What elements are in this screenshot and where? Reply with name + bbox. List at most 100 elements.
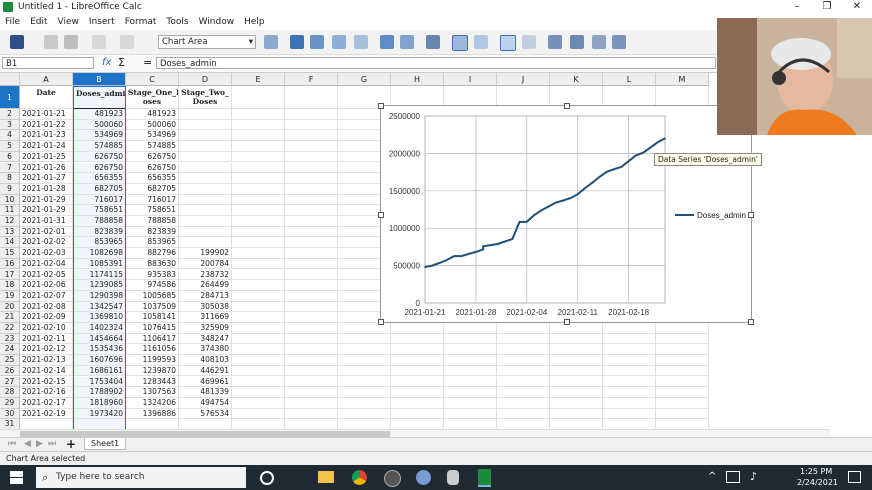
cell[interactable] [391, 397, 444, 409]
cell[interactable] [179, 226, 232, 238]
cell[interactable]: 656355 [126, 173, 179, 184]
cell[interactable] [285, 194, 338, 206]
cell[interactable]: 1818960 [73, 397, 126, 409]
data-ranges-icon[interactable] [332, 35, 346, 49]
cell[interactable] [232, 387, 285, 398]
row-header[interactable]: 7 [0, 162, 20, 174]
cell[interactable]: Doses_admin [73, 86, 126, 109]
print-icon[interactable] [64, 35, 78, 49]
row-header[interactable]: 9 [0, 183, 20, 195]
column-header-k[interactable]: K [550, 73, 603, 86]
cell[interactable] [497, 397, 550, 409]
column-header-a[interactable]: A [20, 73, 73, 86]
cell[interactable] [656, 408, 709, 420]
cell[interactable] [550, 355, 603, 366]
cell[interactable] [338, 344, 391, 356]
cell[interactable]: 853965 [126, 237, 179, 249]
format-wall-icon[interactable] [380, 35, 394, 49]
menu-tools[interactable]: Tools [161, 14, 193, 30]
cell[interactable]: 2021-02-08 [20, 301, 73, 313]
cell[interactable]: 2021-02-15 [20, 376, 73, 388]
column-header-c[interactable]: C [126, 73, 179, 86]
cell[interactable] [285, 109, 338, 120]
cell[interactable] [285, 397, 338, 409]
cell[interactable]: 2021-01-29 [20, 205, 73, 216]
cell[interactable] [497, 365, 550, 377]
cell[interactable] [232, 355, 285, 366]
cell[interactable]: 2021-02-17 [20, 397, 73, 409]
cell[interactable] [656, 344, 709, 356]
cell[interactable] [656, 333, 709, 345]
data-table-icon[interactable] [310, 35, 324, 49]
cell[interactable]: 2021-02-05 [20, 269, 73, 281]
cell[interactable] [232, 226, 285, 238]
column-header-b[interactable]: B [73, 73, 126, 86]
cell[interactable] [391, 344, 444, 356]
cell[interactable]: 1290398 [73, 290, 126, 302]
undo-icon[interactable] [92, 35, 106, 49]
cell[interactable] [656, 419, 709, 429]
3d-view-icon[interactable] [354, 35, 368, 49]
cell[interactable] [338, 397, 391, 409]
cell[interactable]: 1396886 [126, 408, 179, 420]
cell[interactable] [232, 419, 285, 429]
chart-element-select[interactable]: Chart Area ▾ [158, 35, 256, 49]
legend-on-off-icon[interactable] [426, 35, 440, 49]
cell[interactable]: 500060 [126, 119, 179, 131]
cell[interactable] [497, 323, 550, 334]
cell[interactable] [285, 119, 338, 131]
cell[interactable]: 574885 [126, 141, 179, 152]
cell[interactable] [444, 419, 497, 429]
cell[interactable] [338, 419, 391, 429]
cell[interactable] [497, 333, 550, 345]
row-header[interactable]: 12 [0, 216, 20, 227]
cell[interactable] [391, 387, 444, 398]
first-sheet-icon[interactable]: ⏮ [8, 439, 16, 449]
cell[interactable]: 656355 [73, 173, 126, 184]
cell[interactable] [656, 365, 709, 377]
column-header-j[interactable]: J [497, 73, 550, 86]
cell[interactable] [285, 376, 338, 388]
column-chart-icon[interactable] [570, 35, 584, 49]
column-header-m[interactable]: M [656, 73, 709, 86]
row-header[interactable]: 15 [0, 248, 20, 259]
cell[interactable] [603, 408, 656, 420]
stock-chart-icon[interactable] [612, 35, 626, 49]
windows-start-icon[interactable] [10, 471, 23, 484]
cell[interactable]: 853965 [73, 237, 126, 249]
cell[interactable] [497, 419, 550, 429]
cell[interactable] [179, 173, 232, 184]
cell[interactable] [444, 344, 497, 356]
cell[interactable] [338, 387, 391, 398]
cell[interactable] [656, 376, 709, 388]
cell[interactable] [232, 183, 285, 195]
cell[interactable] [126, 419, 179, 429]
cell[interactable]: 788858 [126, 216, 179, 227]
cell[interactable] [603, 397, 656, 409]
cell[interactable] [338, 376, 391, 388]
cell[interactable]: 2021-01-21 [20, 109, 73, 120]
cell[interactable]: 1607696 [73, 355, 126, 366]
cell[interactable] [285, 344, 338, 356]
resize-handle-bl[interactable] [378, 319, 384, 325]
cell[interactable]: 2021-02-07 [20, 290, 73, 302]
cell[interactable] [444, 333, 497, 345]
cell[interactable] [550, 376, 603, 388]
cell[interactable]: 311669 [179, 312, 232, 323]
app-icon-generic[interactable] [384, 470, 401, 487]
menu-file[interactable]: File [0, 14, 25, 30]
cell[interactable] [285, 248, 338, 259]
cell[interactable] [338, 355, 391, 366]
cell[interactable] [550, 397, 603, 409]
cell[interactable] [550, 344, 603, 356]
corner-cell[interactable] [0, 73, 20, 86]
cell[interactable]: 626750 [126, 151, 179, 163]
cell[interactable] [232, 173, 285, 184]
cell[interactable]: 2021-02-02 [20, 237, 73, 249]
cell[interactable] [444, 355, 497, 366]
line-chart[interactable]: 0 500000 1000000 1500000 2000000 2500000 2021-… [381, 106, 751, 322]
menu-insert[interactable]: Insert [84, 14, 120, 30]
cell[interactable]: 935383 [126, 269, 179, 281]
cell[interactable]: 1402324 [73, 323, 126, 334]
resize-handle-tc[interactable] [564, 103, 570, 109]
